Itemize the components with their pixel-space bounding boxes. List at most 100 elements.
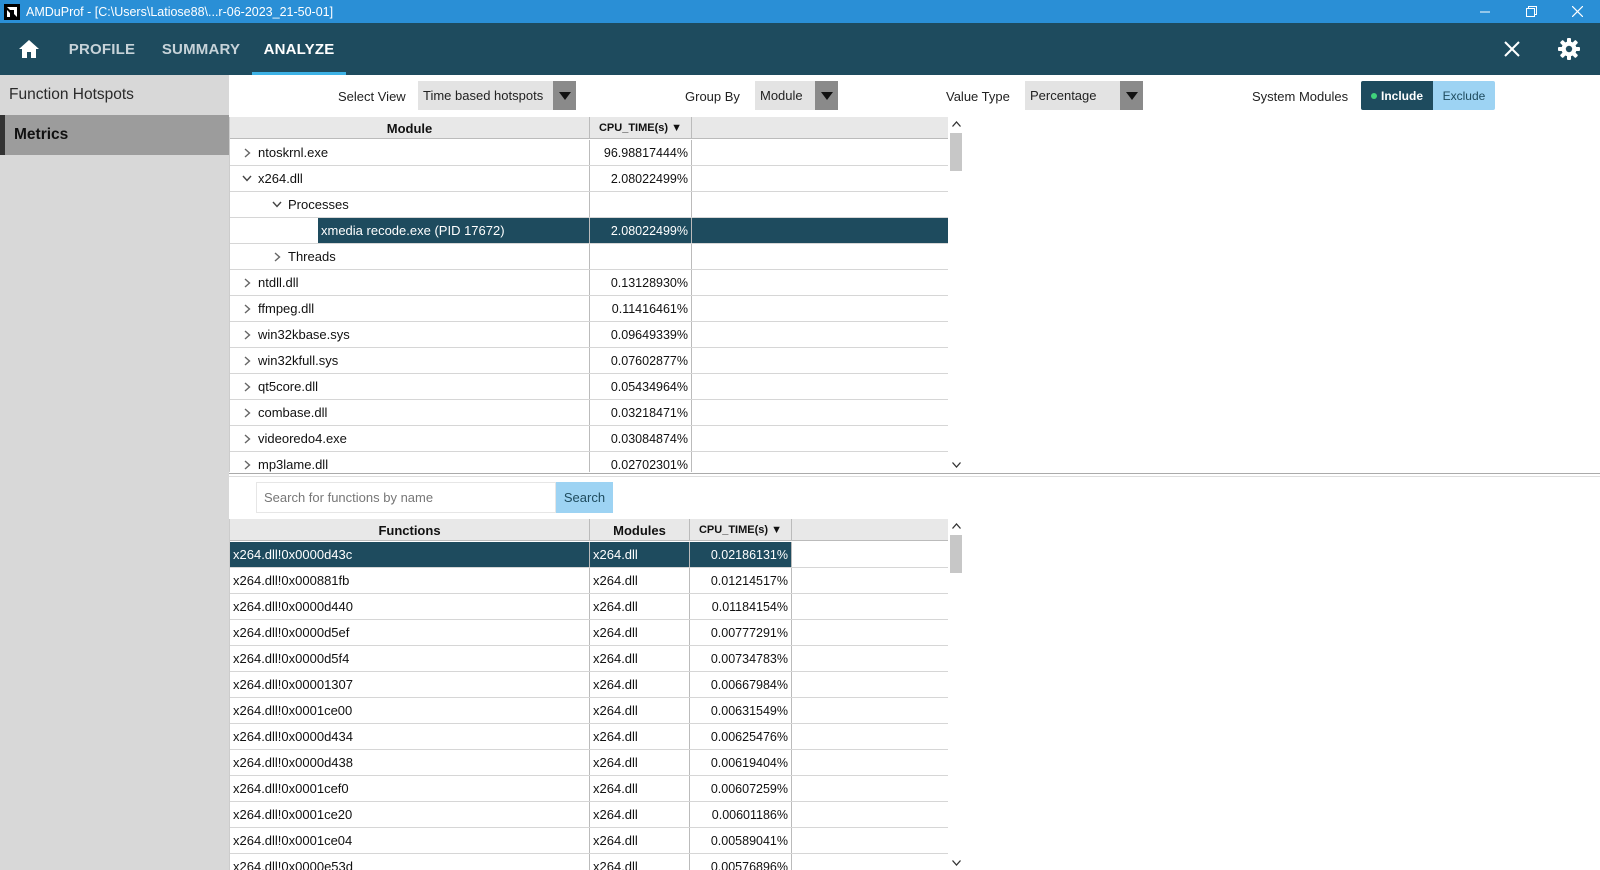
scroll-up-icon[interactable] xyxy=(948,519,964,533)
function-name-cell: x264.dll!0x0000d5ef xyxy=(230,620,590,645)
module-name: combase.dll xyxy=(258,405,328,420)
module-table-row[interactable]: Processes xyxy=(230,192,948,218)
tab-analyze[interactable]: ANALYZE xyxy=(252,23,346,75)
pane-splitter[interactable] xyxy=(229,473,1600,477)
empty-cell xyxy=(792,750,948,775)
module-name: ffmpeg.dll xyxy=(258,301,315,316)
chevron-right-icon[interactable] xyxy=(240,406,254,420)
chevron-right-icon[interactable] xyxy=(240,276,254,290)
function-table-row[interactable]: x264.dll!0x0000d43c x264.dll 0.02186131% xyxy=(230,542,948,568)
empty-cell xyxy=(692,192,948,217)
column-header-modules[interactable]: Modules xyxy=(590,519,690,541)
module-table-row[interactable]: ntdll.dll 0.13128930% xyxy=(230,270,948,296)
module-table-row[interactable]: win32kfull.sys 0.07602877% xyxy=(230,348,948,374)
chevron-down-icon[interactable] xyxy=(553,81,576,110)
search-button[interactable]: Search xyxy=(556,482,613,513)
cpu-time-cell: 0.00631549% xyxy=(690,698,792,723)
module-name-cell: x264.dll xyxy=(230,166,590,191)
window-title: AMDuProf - [C:\Users\Latiose88\...r-06-2… xyxy=(26,4,334,19)
chevron-right-icon[interactable] xyxy=(240,432,254,446)
column-header-cpu-time[interactable]: CPU_TIME(s) ▼ xyxy=(590,117,692,139)
function-table-row[interactable]: x264.dll!0x0000d440 x264.dll 0.01184154% xyxy=(230,594,948,620)
function-table-row[interactable]: x264.dll!0x0001cef0 x264.dll 0.00607259% xyxy=(230,776,948,802)
chevron-down-icon[interactable] xyxy=(240,172,254,186)
module-table-row[interactable]: xmedia recode.exe (PID 17672) 2.08022499% xyxy=(230,218,948,244)
sidebar-item-function-hotspots[interactable]: Function Hotspots xyxy=(0,75,229,115)
module-table-row[interactable]: mp3lame.dll 0.02702301% xyxy=(230,452,948,472)
column-header-cpu-time[interactable]: CPU_TIME(s) ▼ xyxy=(690,519,792,541)
function-table-row[interactable]: x264.dll!0x0001ce00 x264.dll 0.00631549% xyxy=(230,698,948,724)
function-table-row[interactable]: x264.dll!0x0000d434 x264.dll 0.00625476% xyxy=(230,724,948,750)
scroll-thumb[interactable] xyxy=(950,133,962,171)
select-view-dropdown[interactable]: Time based hotspots xyxy=(418,81,576,110)
scroll-down-icon[interactable] xyxy=(948,856,964,870)
empty-cell xyxy=(692,374,948,399)
cpu-time-cell: 0.00607259% xyxy=(690,776,792,801)
select-view-label: Select View xyxy=(338,88,406,104)
chevron-down-icon[interactable] xyxy=(815,81,838,110)
cpu-time-cell xyxy=(590,244,692,269)
column-header-functions[interactable]: Functions xyxy=(230,519,590,541)
function-table-row[interactable]: x264.dll!0x0001ce20 x264.dll 0.00601186% xyxy=(230,802,948,828)
cpu-time-cell: 0.02186131% xyxy=(690,542,792,567)
function-table-row[interactable]: x264.dll!0x0000d5f4 x264.dll 0.00734783% xyxy=(230,646,948,672)
sidebar-item-metrics[interactable]: Metrics xyxy=(0,115,229,155)
include-button[interactable]: Include xyxy=(1361,81,1433,110)
functions-table-scrollbar[interactable] xyxy=(948,519,964,870)
home-icon[interactable] xyxy=(12,35,46,63)
function-table-row[interactable]: x264.dll!0x0000d5ef x264.dll 0.00777291% xyxy=(230,620,948,646)
module-table-row[interactable]: x264.dll 2.08022499% xyxy=(230,166,948,192)
empty-cell xyxy=(692,270,948,295)
chevron-right-icon[interactable] xyxy=(240,380,254,394)
module-table-row[interactable]: win32kbase.sys 0.09649339% xyxy=(230,322,948,348)
module-table-row[interactable]: Threads xyxy=(230,244,948,270)
module-table-row[interactable]: ntoskrnl.exe 96.98817444% xyxy=(230,140,948,166)
exclude-button[interactable]: Exclude xyxy=(1433,81,1495,110)
value-type-label: Value Type xyxy=(946,88,1010,104)
chevron-right-icon[interactable] xyxy=(240,354,254,368)
function-table-row[interactable]: x264.dll!0x0001ce04 x264.dll 0.00589041% xyxy=(230,828,948,854)
column-header-module[interactable]: Module xyxy=(230,117,590,139)
function-name-cell: x264.dll!0x0001cef0 xyxy=(230,776,590,801)
chevron-right-icon[interactable] xyxy=(240,302,254,316)
scroll-thumb[interactable] xyxy=(950,535,962,573)
chevron-down-icon[interactable] xyxy=(270,198,284,212)
function-table-row[interactable]: x264.dll!0x0000d438 x264.dll 0.00619404% xyxy=(230,750,948,776)
tab-summary[interactable]: SUMMARY xyxy=(155,23,247,75)
function-name-cell: x264.dll!0x0001ce20 xyxy=(230,802,590,827)
function-table-row[interactable]: x264.dll!0x0000e53d x264.dll 0.00576896% xyxy=(230,854,948,870)
search-functions-input[interactable] xyxy=(256,482,556,513)
module-name-cell: win32kbase.sys xyxy=(230,322,590,347)
module-table-row[interactable]: ffmpeg.dll 0.11416461% xyxy=(230,296,948,322)
chevron-right-icon[interactable] xyxy=(240,146,254,160)
chevron-right-icon[interactable] xyxy=(270,250,284,264)
module-cell: x264.dll xyxy=(590,724,690,749)
cpu-time-cell: 0.00625476% xyxy=(690,724,792,749)
scroll-down-icon[interactable] xyxy=(948,458,964,472)
close-icon[interactable] xyxy=(1554,0,1600,23)
module-name: qt5core.dll xyxy=(258,379,318,394)
tab-profile[interactable]: PROFILE xyxy=(62,23,142,75)
scroll-up-icon[interactable] xyxy=(948,117,964,131)
function-name-cell: x264.dll!0x0000d5f4 xyxy=(230,646,590,671)
value-type-dropdown[interactable]: Percentage xyxy=(1025,81,1143,110)
gear-icon[interactable] xyxy=(1554,34,1584,64)
chevron-right-icon[interactable] xyxy=(240,328,254,342)
module-table-row[interactable]: qt5core.dll 0.05434964% xyxy=(230,374,948,400)
module-table-scrollbar[interactable] xyxy=(948,117,964,472)
module-table-row[interactable]: combase.dll 0.03218471% xyxy=(230,400,948,426)
cpu-time-cell: 0.00589041% xyxy=(690,828,792,853)
function-table-row[interactable]: x264.dll!0x00001307 x264.dll 0.00667984% xyxy=(230,672,948,698)
minimize-icon[interactable] xyxy=(1462,0,1508,23)
select-view-value: Time based hotspots xyxy=(423,88,544,103)
cpu-time-cell: 0.02702301% xyxy=(590,452,692,472)
chevron-down-icon[interactable] xyxy=(1120,81,1143,110)
restore-icon[interactable] xyxy=(1508,0,1554,23)
function-table-row[interactable]: x264.dll!0x000881fb x264.dll 0.01214517% xyxy=(230,568,948,594)
cpu-time-cell: 0.03084874% xyxy=(590,426,692,451)
close-tab-icon[interactable] xyxy=(1497,35,1527,63)
module-table-row[interactable]: videoredo4.exe 0.03084874% xyxy=(230,426,948,452)
module-name-cell: ntoskrnl.exe xyxy=(230,140,590,165)
chevron-right-icon[interactable] xyxy=(240,458,254,472)
group-by-dropdown[interactable]: Module xyxy=(755,81,838,110)
